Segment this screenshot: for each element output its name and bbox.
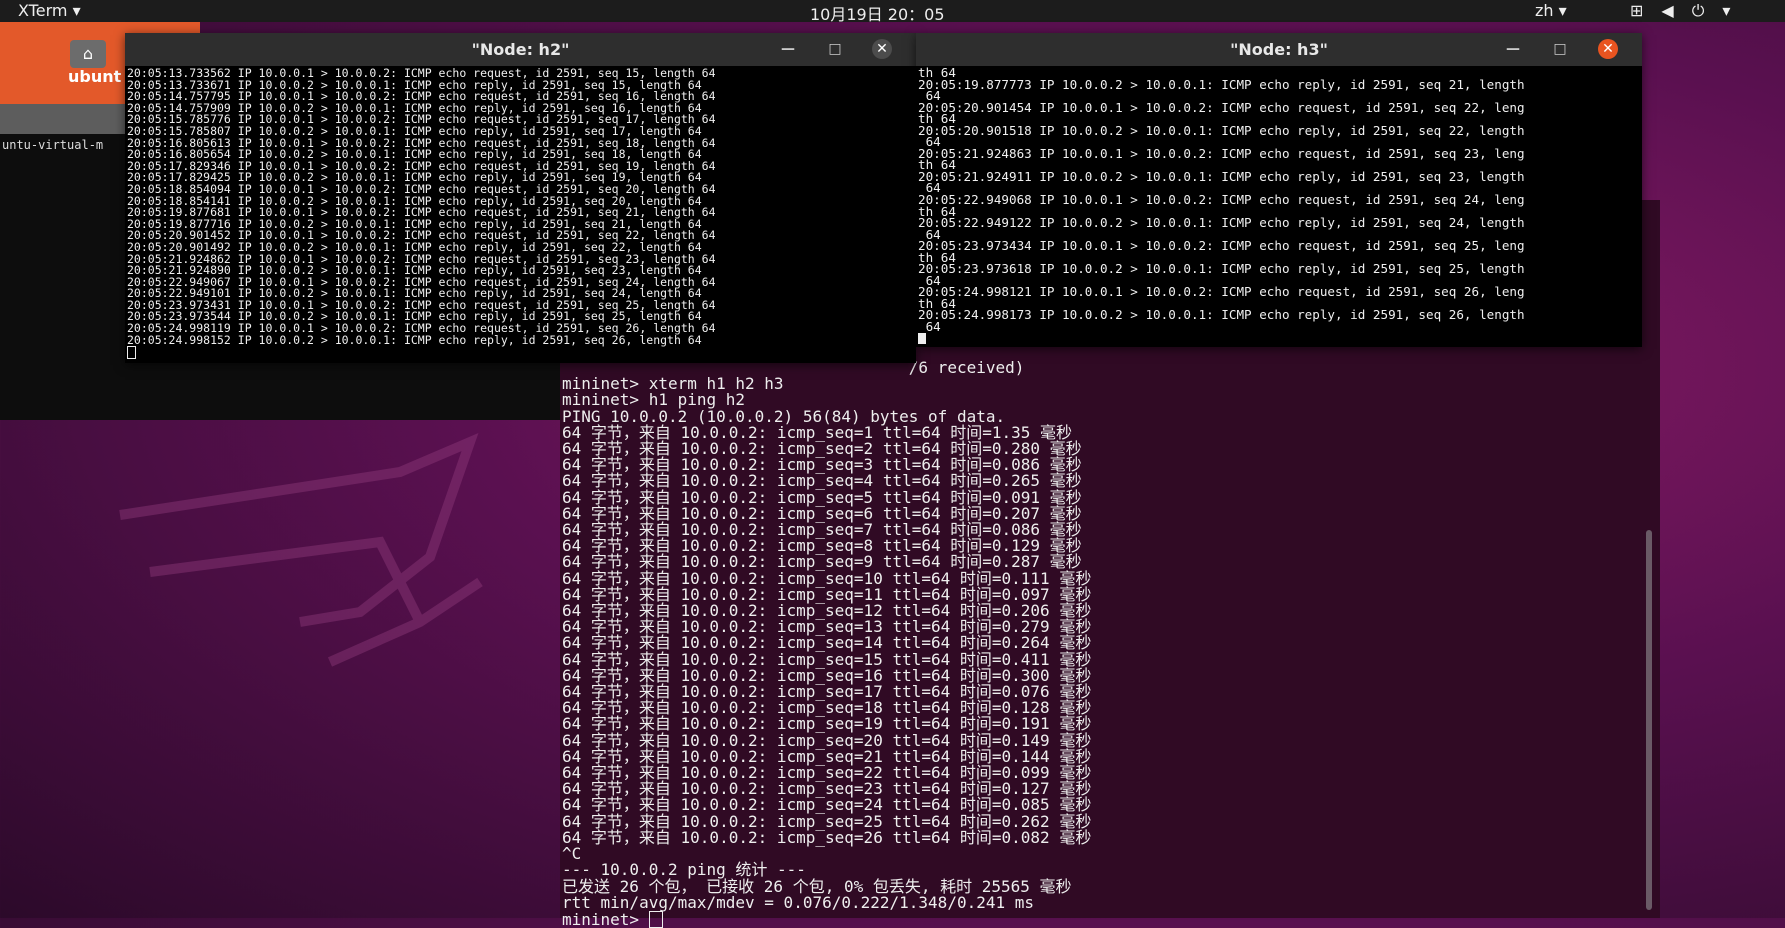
chevron-down-icon: ▾ — [72, 1, 81, 20]
terminal-line: rtt min/avg/max/mdev = 0.076/0.222/1.348… — [562, 892, 1035, 912]
terminal-line: 20:05:22.949068 IP 10.0.0.1 > 10.0.0.2: … — [918, 192, 1525, 208]
terminal-line: 20:05:20.901518 IP 10.0.0.2 > 10.0.0.1: … — [918, 122, 1525, 138]
text-cursor — [918, 332, 926, 344]
terminal-line: 20:05:21.924911 IP 10.0.0.2 > 10.0.0.1: … — [918, 168, 1525, 184]
power-icon: ⏻ — [1691, 1, 1723, 20]
terminal-line: 20:05:22.949122 IP 10.0.0.2 > 10.0.0.1: … — [918, 215, 1525, 231]
text-cursor — [127, 346, 136, 360]
terminal-line: 20:05:24.998152 IP 10.0.0.2 > 10.0.0.1: … — [127, 332, 702, 347]
minimize-icon[interactable]: — — [778, 39, 798, 59]
maximize-icon[interactable]: □ — [1550, 39, 1570, 59]
window-title: "Node: h3" — [1230, 40, 1328, 59]
network-icon: ⊞ — [1630, 1, 1662, 20]
terminal-output-h3: th 64 20:05:19.877773 IP 10.0.0.2 > 10.0… — [916, 66, 1642, 346]
app-menu[interactable]: XTerm ▾ — [18, 1, 81, 20]
terminal-line: 20:05:23.973434 IP 10.0.0.1 > 10.0.0.2: … — [918, 238, 1525, 254]
input-method-label: zh — [1535, 1, 1554, 20]
app-menu-label: XTerm — [18, 1, 68, 20]
mininet-prompt: mininet> — [562, 909, 649, 928]
maximize-icon[interactable]: □ — [825, 39, 845, 59]
system-tray[interactable]: ⊞◀⏻▾ — [1630, 1, 1748, 21]
titlebar-h2[interactable]: "Node: h2" — □ ✕ — [125, 33, 916, 66]
folder-label: ubunt — [68, 67, 122, 86]
home-icon[interactable]: ⌂ — [70, 40, 106, 68]
input-method-menu[interactable]: zh ▾ — [1535, 1, 1567, 20]
minimize-icon[interactable]: — — [1503, 39, 1523, 59]
terminal-line: 20:05:24.998173 IP 10.0.0.2 > 10.0.0.1: … — [918, 307, 1525, 323]
terminal-line: 20:05:20.901454 IP 10.0.0.1 > 10.0.0.2: … — [918, 99, 1525, 115]
chevron-down-icon: ▾ — [1558, 1, 1567, 20]
titlebar-h3[interactable]: "Node: h3" — □ ✕ — [916, 33, 1642, 66]
mininet-output: /6 received) mininet> xterm h1 h2 h3 min… — [562, 360, 1091, 928]
terminal-line: 20:05:23.973618 IP 10.0.0.2 > 10.0.0.1: … — [918, 261, 1525, 277]
background-terminal-text: untu-virtual-m — [2, 138, 104, 152]
terminal-output-h2: 20:05:13.733562 IP 10.0.0.1 > 10.0.0.2: … — [125, 66, 916, 364]
top-bar: XTerm ▾ 10月19日 20：05 zh ▾ ⊞◀⏻▾ — [0, 0, 1785, 24]
terminal-line: 20:05:24.998121 IP 10.0.0.1 > 10.0.0.2: … — [918, 284, 1525, 300]
volume-icon: ◀ — [1661, 1, 1692, 20]
chevron-down-icon: ▾ — [1722, 1, 1749, 20]
close-icon[interactable]: ✕ — [1598, 39, 1618, 59]
xterm-window-h2[interactable]: "Node: h2" — □ ✕ 20:05:13.733562 IP 10.0… — [125, 33, 916, 363]
terminal-line: 20:05:19.877773 IP 10.0.0.2 > 10.0.0.1: … — [918, 76, 1525, 92]
close-icon[interactable]: ✕ — [872, 39, 892, 59]
terminal-line: 64 字节，来自 10.0.0.2: icmp_seq=26 ttl=64 时间… — [562, 827, 1092, 847]
scrollbar[interactable] — [1646, 530, 1652, 910]
xterm-window-h3[interactable]: "Node: h3" — □ ✕ th 64 20:05:19.877773 I… — [916, 33, 1642, 347]
terminal-line: 20:05:21.924863 IP 10.0.0.1 > 10.0.0.2: … — [918, 145, 1525, 161]
text-cursor — [648, 910, 663, 928]
